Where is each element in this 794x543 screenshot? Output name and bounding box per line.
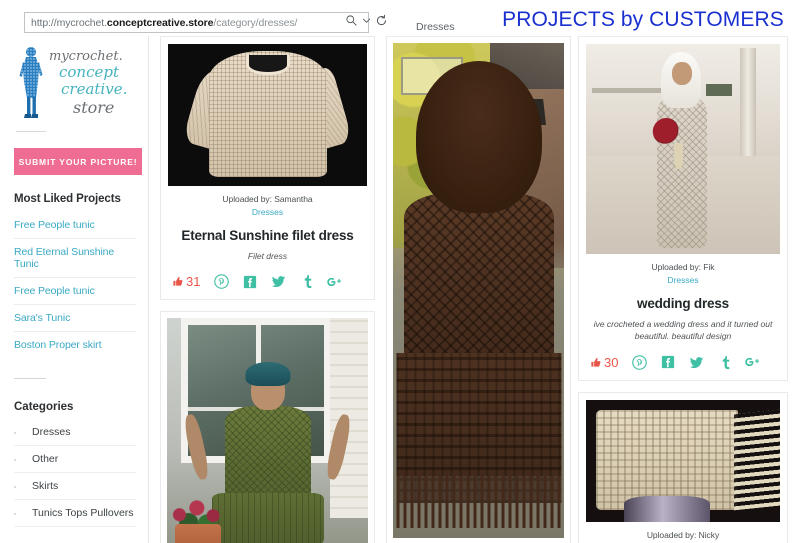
twitter-icon[interactable] xyxy=(689,355,704,370)
column-right: Uploaded by: Fik Dresses wedding dress i… xyxy=(578,36,788,543)
list-item: Skirts xyxy=(14,473,136,500)
project-card-cream-top[interactable]: Uploaded by: Nicky Dresses xyxy=(578,391,788,543)
search-icon[interactable] xyxy=(345,14,358,27)
page-root: http://mycrochet.conceptcreative.store/c… xyxy=(0,0,794,543)
logo-wordmark: mycrochet. concept creative. store xyxy=(49,46,127,117)
social-share-row: 31 xyxy=(168,274,367,291)
twitter-icon[interactable] xyxy=(271,274,286,289)
url-path: /category/dresses/ xyxy=(213,16,298,29)
social-share-row: 30 xyxy=(586,355,780,372)
column-left: Uploaded by: Samantha Dresses Eternal Su… xyxy=(160,36,375,543)
project-card-wedding-dress[interactable]: Uploaded by: Fik Dresses wedding dress i… xyxy=(578,36,788,381)
project-card-brown-dress[interactable] xyxy=(386,36,571,543)
most-liked-link-2[interactable]: Free People tunic xyxy=(14,278,136,304)
like-count: 30 xyxy=(604,354,619,370)
list-item: Dresses xyxy=(14,419,136,446)
facebook-icon[interactable] xyxy=(243,275,257,289)
sidebar: mycrochet. concept creative. store SUBMI… xyxy=(0,36,149,543)
thumbs-up-icon xyxy=(173,277,183,286)
list-item: Boston Proper skirt xyxy=(14,332,136,358)
breadcrumb: Dresses xyxy=(416,21,455,33)
logo-line-2: concept xyxy=(59,63,119,82)
refresh-icon[interactable] xyxy=(375,14,388,27)
card-title: wedding dress xyxy=(637,296,729,311)
card-title: Eternal Sunshine filet dress xyxy=(181,228,354,243)
most-liked-list: Free People tunic Red Eternal Sunshine T… xyxy=(14,212,136,358)
logo-line-3: creative. xyxy=(61,80,128,99)
pinterest-icon[interactable] xyxy=(632,354,648,370)
uploader-label: Uploaded by: Fik xyxy=(651,262,715,272)
uploader-label: Uploaded by: Nicky xyxy=(646,529,720,540)
project-photo-wedding-dress[interactable] xyxy=(586,44,780,254)
uploader-label: Uploaded by: Samantha xyxy=(222,194,313,204)
list-item: Sara's Tunic xyxy=(14,305,136,332)
card-category-link[interactable]: Dresses xyxy=(586,275,780,285)
site-logo[interactable]: mycrochet. concept creative. store xyxy=(12,42,136,120)
categories-heading: Categories xyxy=(14,401,74,413)
list-item: Red Eternal Sunshine Tunic xyxy=(14,239,136,278)
list-item: Tunics Tops Pullovers xyxy=(14,500,136,527)
pinterest-icon[interactable] xyxy=(214,274,230,290)
project-card-green-tunic[interactable] xyxy=(160,311,375,543)
facebook-icon[interactable] xyxy=(661,355,675,369)
category-link-tunics[interactable]: Tunics Tops Pullovers xyxy=(14,500,136,526)
list-item: Free People tunic xyxy=(14,212,136,239)
list-item: Free People tunic xyxy=(14,278,136,305)
most-liked-link-0[interactable]: Free People tunic xyxy=(14,212,136,238)
list-item: Other xyxy=(14,446,136,473)
tumblr-icon[interactable] xyxy=(718,355,730,370)
project-photo-cream-top[interactable] xyxy=(586,399,780,522)
divider xyxy=(16,131,46,132)
address-bar-controls xyxy=(345,14,388,27)
url-prefix: http://mycrochet. xyxy=(31,16,107,29)
tumblr-icon[interactable] xyxy=(300,274,312,289)
project-photo-green-tunic[interactable] xyxy=(167,318,368,543)
project-photo-brown-dress[interactable] xyxy=(393,43,564,538)
googleplus-icon[interactable] xyxy=(744,355,761,369)
categories-list: Dresses Other Skirts Tunics Tops Pullove… xyxy=(14,419,136,527)
url-domain: conceptcreative.store xyxy=(106,16,214,29)
category-link-other[interactable]: Other xyxy=(14,446,136,472)
column-center xyxy=(386,36,571,543)
logo-line-1: mycrochet. xyxy=(49,49,123,64)
like-count: 31 xyxy=(186,274,201,290)
category-link-skirts[interactable]: Skirts xyxy=(14,473,136,499)
page-title: PROJECTS by CUSTOMERS xyxy=(502,8,784,31)
like-button[interactable]: 30 xyxy=(590,355,618,370)
woman-silhouette-icon xyxy=(18,46,45,120)
card-description: Filet dress xyxy=(247,251,288,261)
most-liked-heading: Most Liked Projects xyxy=(14,193,121,205)
submit-your-picture-button[interactable]: SUBMIT YOUR PICTURE! xyxy=(14,148,142,175)
most-liked-link-1[interactable]: Red Eternal Sunshine Tunic xyxy=(14,239,136,277)
card-description: ive crocheted a wedding dress and it tur… xyxy=(593,319,773,342)
googleplus-icon[interactable] xyxy=(326,275,343,289)
most-liked-link-4[interactable]: Boston Proper skirt xyxy=(14,332,136,358)
card-category-link[interactable]: Dresses xyxy=(168,207,367,217)
thumbs-up-icon xyxy=(591,357,601,367)
url-text: http://mycrochet.conceptcreative.store/c… xyxy=(31,17,297,29)
chevron-down-icon[interactable] xyxy=(363,17,370,24)
divider xyxy=(14,378,46,379)
project-card-filet[interactable]: Uploaded by: Samantha Dresses Eternal Su… xyxy=(160,36,375,301)
project-photo-filet-dress[interactable] xyxy=(168,44,367,186)
category-link-dresses[interactable]: Dresses xyxy=(14,419,136,445)
logo-line-4: store xyxy=(73,97,115,117)
like-button[interactable]: 31 xyxy=(172,274,200,289)
browser-toolbar: http://mycrochet.conceptcreative.store/c… xyxy=(0,0,405,36)
most-liked-link-3[interactable]: Sara's Tunic xyxy=(14,305,136,331)
address-bar[interactable]: http://mycrochet.conceptcreative.store/c… xyxy=(24,12,369,33)
